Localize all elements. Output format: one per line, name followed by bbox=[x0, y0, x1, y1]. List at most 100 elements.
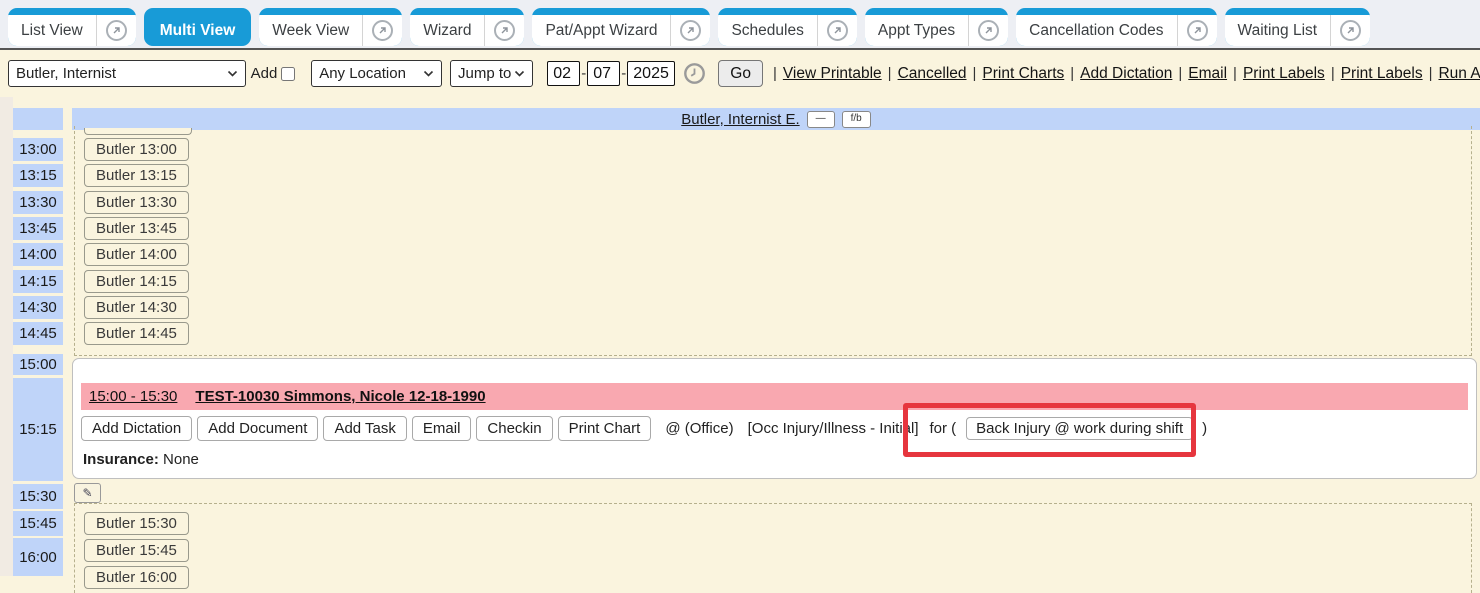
appointment-patient-link[interactable]: TEST-10030 Simmons, Nicole 12-18-1990 bbox=[195, 388, 485, 405]
tab-inner: Week View bbox=[259, 15, 402, 46]
provider-column-title-link[interactable]: Butler, Internist E. bbox=[681, 111, 799, 128]
location-select-value: Any Location bbox=[319, 65, 406, 82]
launch-circle bbox=[372, 20, 393, 41]
open-slots-group-lower bbox=[74, 503, 1472, 593]
tab-week-view[interactable]: Week View bbox=[259, 8, 402, 46]
tab-appt-types[interactable]: Appt Types bbox=[865, 8, 1008, 46]
fb-button[interactable]: f/b bbox=[842, 111, 871, 128]
provider-select-value: Butler, Internist bbox=[16, 65, 116, 82]
edit-slot-button[interactable]: ✎ bbox=[74, 483, 101, 503]
chevron-down-icon bbox=[423, 70, 434, 77]
add-checkbox[interactable] bbox=[281, 67, 295, 81]
tab-label: Appt Types bbox=[865, 22, 968, 40]
toolbar: Butler, Internist Add Any Location Jump … bbox=[0, 50, 1480, 97]
slot-button-butler-15-30[interactable]: Butler 15:30 bbox=[84, 512, 189, 535]
launch-icon[interactable] bbox=[671, 20, 710, 41]
time-label-15-00: 15:00 bbox=[13, 354, 63, 375]
link-separator: | bbox=[888, 65, 892, 82]
tab-multi-view[interactable]: Multi View bbox=[144, 8, 252, 46]
tab-label: List View bbox=[8, 22, 96, 40]
tab-pat-appt-wizard[interactable]: Pat/Appt Wizard bbox=[532, 8, 710, 46]
launch-circle bbox=[978, 20, 999, 41]
clock-icon[interactable] bbox=[683, 62, 706, 85]
slot-button-butler-16-00[interactable]: Butler 16:00 bbox=[84, 566, 189, 589]
tab-inner: Schedules bbox=[718, 15, 856, 46]
go-button[interactable]: Go bbox=[718, 60, 763, 87]
link-separator: | bbox=[1331, 65, 1335, 82]
link-email[interactable]: Email bbox=[1188, 65, 1227, 83]
date-day-input[interactable] bbox=[587, 61, 620, 86]
link-print-labels[interactable]: Print Labels bbox=[1243, 65, 1325, 83]
launch-icon[interactable] bbox=[97, 20, 136, 41]
appt-action-add-document[interactable]: Add Document bbox=[197, 416, 318, 441]
launch-icon[interactable] bbox=[1331, 20, 1370, 41]
location-select[interactable]: Any Location bbox=[311, 60, 442, 87]
link-print-charts[interactable]: Print Charts bbox=[982, 65, 1064, 83]
launch-icon[interactable] bbox=[1178, 20, 1217, 41]
tab-list-view[interactable]: List View bbox=[8, 8, 136, 46]
link-separator: | bbox=[1070, 65, 1074, 82]
appointment-panel: 15:00 - 15:30 TEST-10030 Simmons, Nicole… bbox=[72, 358, 1477, 479]
launch-icon[interactable] bbox=[485, 20, 524, 41]
appointment-visit-type-text: [Occ Injury/Illness - Initial] bbox=[748, 420, 919, 437]
launch-icon[interactable] bbox=[818, 20, 857, 41]
slot-button-butler-15-45[interactable]: Butler 15:45 bbox=[84, 539, 189, 562]
slot-button-butler-14-15[interactable]: Butler 14:15 bbox=[84, 270, 189, 293]
date-month-input[interactable] bbox=[547, 61, 580, 86]
tab-label: Schedules bbox=[718, 22, 816, 40]
left-gutter bbox=[0, 97, 13, 576]
time-label-14-30: 14:30 bbox=[13, 296, 63, 319]
date-year-input[interactable] bbox=[627, 61, 675, 86]
link-run-all[interactable]: Run All bbox=[1438, 65, 1480, 83]
chevron-down-icon bbox=[514, 70, 525, 77]
jump-to-select-value: Jump to bbox=[458, 65, 511, 82]
open-slots-group-upper bbox=[74, 126, 1472, 356]
toolbar-links: |View Printable|Cancelled|Print Charts|A… bbox=[767, 65, 1480, 83]
tab-waiting-list[interactable]: Waiting List bbox=[1225, 8, 1371, 46]
time-label-16-00: 16:00 bbox=[13, 538, 63, 576]
appointment-insurance: Insurance: None bbox=[83, 451, 199, 468]
launch-circle bbox=[1340, 20, 1361, 41]
slot-button-butler-14-30[interactable]: Butler 14:30 bbox=[84, 296, 189, 319]
launch-icon[interactable] bbox=[363, 20, 402, 41]
date-separator: - bbox=[621, 65, 626, 82]
time-column-header bbox=[13, 108, 63, 130]
appointment-for-text: for ( bbox=[930, 420, 957, 437]
tab-schedules[interactable]: Schedules bbox=[718, 8, 856, 46]
tab-inner: Appt Types bbox=[865, 15, 1008, 46]
collapse-column-button[interactable]: — bbox=[807, 111, 835, 128]
slot-button-butler-13-45[interactable]: Butler 13:45 bbox=[84, 217, 189, 240]
tab-wizard[interactable]: Wizard bbox=[410, 8, 524, 46]
appt-action-print-chart[interactable]: Print Chart bbox=[558, 416, 652, 441]
time-label-13-15: 13:15 bbox=[13, 164, 63, 187]
slot-button-butler-13-15[interactable]: Butler 13:15 bbox=[84, 164, 189, 187]
tab-inner: Multi View bbox=[144, 15, 252, 46]
appt-action-checkin[interactable]: Checkin bbox=[476, 416, 552, 441]
link-add-dictation[interactable]: Add Dictation bbox=[1080, 65, 1172, 83]
slot-button-butler-13-00[interactable]: Butler 13:00 bbox=[84, 138, 189, 161]
launch-icon[interactable] bbox=[969, 20, 1008, 41]
appointment-reason-box[interactable]: Back Injury @ work during shift bbox=[966, 417, 1193, 440]
launch-circle bbox=[494, 20, 515, 41]
tab-inner: Pat/Appt Wizard bbox=[532, 15, 710, 46]
tab-label: Week View bbox=[259, 22, 362, 40]
provider-select[interactable]: Butler, Internist bbox=[8, 60, 246, 87]
appt-action-add-dictation[interactable]: Add Dictation bbox=[81, 416, 192, 441]
slot-button-butler-14-00[interactable]: Butler 14:00 bbox=[84, 243, 189, 266]
link-cancelled[interactable]: Cancelled bbox=[898, 65, 967, 83]
slot-button-butler-13-30[interactable]: Butler 13:30 bbox=[84, 191, 189, 214]
appt-action-add-task[interactable]: Add Task bbox=[323, 416, 406, 441]
link-view-printable[interactable]: View Printable bbox=[783, 65, 882, 83]
slot-button-partial[interactable] bbox=[84, 128, 192, 135]
jump-to-select[interactable]: Jump to bbox=[450, 60, 533, 87]
time-label-14-15: 14:15 bbox=[13, 270, 63, 293]
appointment-time-range-link[interactable]: 15:00 - 15:30 bbox=[89, 388, 177, 405]
link-print-labels[interactable]: Print Labels bbox=[1341, 65, 1423, 83]
tab-bar: List View Multi View Week View Wizard Pat/Ap… bbox=[0, 0, 1480, 50]
appointment-actions-row: Add DictationAdd DocumentAdd TaskEmailCh… bbox=[81, 416, 1470, 441]
slot-button-butler-14-45[interactable]: Butler 14:45 bbox=[84, 322, 189, 345]
chevron-down-icon bbox=[227, 70, 238, 77]
time-label-13-45: 13:45 bbox=[13, 217, 63, 240]
appt-action-email[interactable]: Email bbox=[412, 416, 472, 441]
tab-cancellation-codes[interactable]: Cancellation Codes bbox=[1016, 8, 1216, 46]
